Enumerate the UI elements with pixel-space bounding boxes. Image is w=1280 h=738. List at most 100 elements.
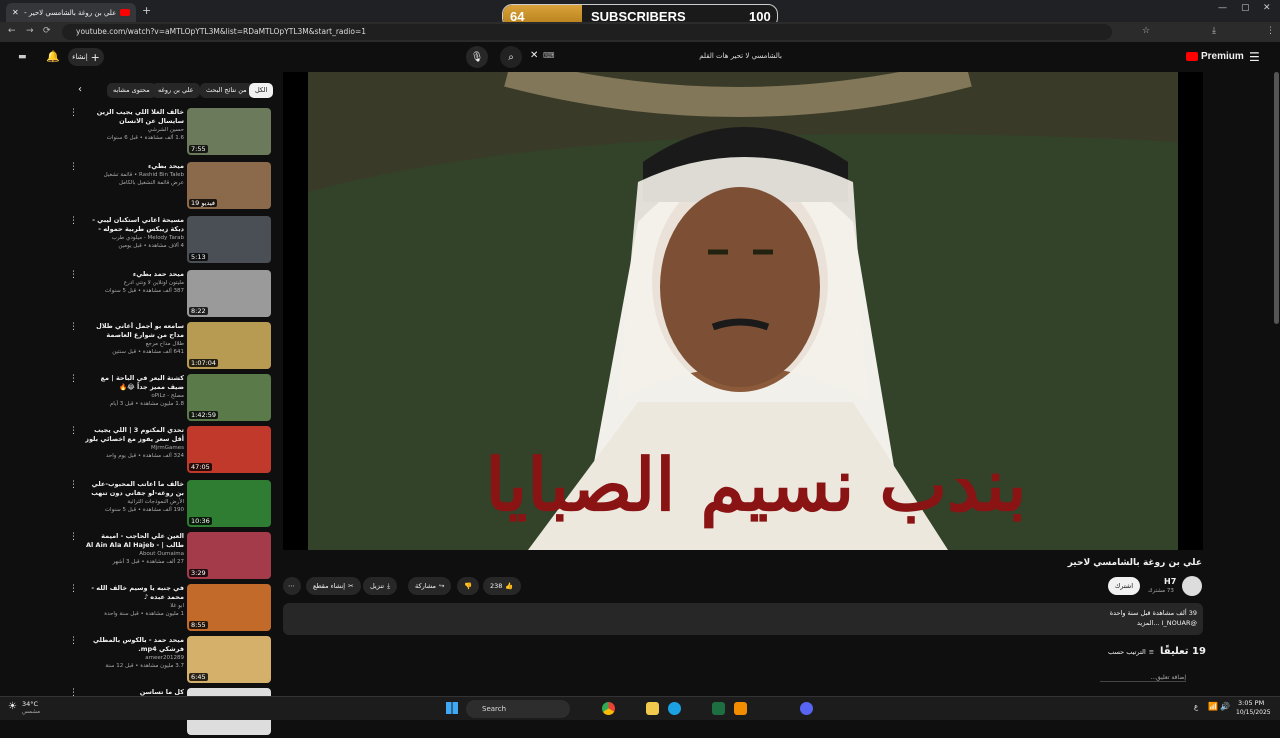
item-menu-icon[interactable]: ⋮: [69, 270, 78, 280]
voice-search-button[interactable]: 🎙: [466, 46, 488, 68]
add-comment-input[interactable]: إضافة تعليق...: [1100, 674, 1186, 682]
new-tab-icon[interactable]: +: [142, 4, 151, 17]
youtube-premium-logo[interactable]: Premium: [1186, 51, 1244, 62]
item-menu-icon[interactable]: ⋮: [69, 426, 78, 436]
playlist-item[interactable]: ⋮ خالف ما اعاتب المحبوب-علي بن روغه-لو جف…: [64, 480, 274, 530]
item-menu-icon[interactable]: ⋮: [69, 532, 78, 542]
item-thumbnail[interactable]: 1:42:59: [187, 374, 271, 421]
views-line: 39 ألف مشاهدة قبل سنة واحدة: [1109, 609, 1197, 617]
item-menu-icon[interactable]: ⋮: [69, 584, 78, 594]
item-menu-icon[interactable]: ⋮: [69, 322, 78, 332]
maximize-icon[interactable]: ▢: [1241, 3, 1250, 13]
item-menu-icon[interactable]: ⋮: [69, 636, 78, 646]
reload-icon[interactable]: ⟳: [43, 26, 51, 36]
item-thumbnail[interactable]: 3:29: [187, 532, 271, 579]
chip-similar[interactable]: محتوى مشابه: [107, 83, 156, 98]
search-button[interactable]: ⌕: [500, 46, 522, 68]
discord-icon[interactable]: [800, 702, 813, 715]
item-channel: Melody Tarab - ميلودي طرب: [111, 235, 184, 241]
url-field[interactable]: youtube.com/watch?v=aMTLOpYTL3M&list=RDa…: [62, 24, 1112, 40]
forward-icon[interactable]: →: [26, 26, 34, 36]
playlist-item[interactable]: ⋮ خالف الغلا اللي يجيب الزين سايسال عن ال…: [64, 108, 274, 158]
item-duration: 7:55: [189, 145, 208, 153]
playlist-item[interactable]: ⋮ تحدي المكتوم 3 | اللي يجيب أقل سعر يفوز…: [64, 426, 274, 476]
page-scrollbar[interactable]: [1274, 72, 1279, 324]
file-explorer-icon[interactable]: [646, 702, 659, 715]
close-window-icon[interactable]: ✕: [1263, 3, 1271, 13]
chip-scroll-left-icon[interactable]: ‹: [78, 84, 82, 95]
item-menu-icon[interactable]: ⋮: [69, 108, 78, 118]
subscribe-button[interactable]: اشترك: [1108, 577, 1140, 595]
item-channel: حسين الشرشي: [147, 127, 184, 133]
more-actions-button[interactable]: ⋯: [283, 577, 301, 595]
like-button[interactable]: 238 👍: [483, 577, 521, 595]
browser-menu-icon[interactable]: ⋮: [1266, 26, 1275, 36]
edge-icon[interactable]: [668, 702, 681, 715]
item-stats: 27 ألف مشاهدة • قبل 3 أشهر: [112, 559, 184, 565]
taskbar-language[interactable]: ع: [1194, 703, 1198, 711]
playlist-item[interactable]: ⋮ ميحد حمد - بالكوس بالمطلي فرشكي mp4. ame…: [64, 636, 274, 686]
video-caption-text: بندب نسيم الصبايا: [485, 442, 1027, 527]
cast-icon[interactable]: ▬: [18, 52, 27, 62]
item-menu-icon[interactable]: ⋮: [69, 162, 78, 172]
item-thumbnail[interactable]: 47:05: [187, 426, 271, 473]
playlist-item[interactable]: ⋮ ميحد حمد بطيء مليتون اونلاين لا ونتي ادر…: [64, 270, 274, 320]
taskbar-search[interactable]: Search: [466, 700, 570, 718]
item-thumbnail[interactable]: 8:55: [187, 584, 271, 631]
channel-avatar[interactable]: [1182, 576, 1202, 596]
playlist-item[interactable]: ⋮ سامعه بو أجمل أغاني طلال مداح من شوارع …: [64, 322, 274, 372]
download-icon[interactable]: ⤓: [1212, 26, 1216, 36]
sort-icon: ≡: [1148, 648, 1155, 656]
playlist-item[interactable]: ⋮ ميحد بطيء Rashid Bin Taleb • قائمة تشغيل…: [64, 162, 274, 212]
search-input[interactable]: بالشامسي لا تحير هات القلم: [560, 47, 792, 67]
channel-name[interactable]: H7: [1164, 577, 1176, 586]
video-player[interactable]: بندب نسيم الصبايا: [283, 72, 1203, 550]
excel-icon[interactable]: [712, 702, 725, 715]
volume-icon[interactable]: 🔊: [1220, 702, 1230, 711]
windows-start-icon[interactable]: [446, 702, 458, 714]
tab-close-icon[interactable]: ✕: [12, 8, 19, 17]
item-menu-icon[interactable]: ⋮: [69, 480, 78, 490]
clear-search-icon[interactable]: ✕: [530, 50, 538, 61]
item-thumbnail[interactable]: 5:13: [187, 216, 271, 263]
back-icon[interactable]: ←: [8, 26, 16, 36]
hamburger-menu-icon[interactable]: ☰: [1249, 50, 1260, 64]
notifications-bell-icon[interactable]: 🔔: [46, 50, 60, 63]
item-thumbnail[interactable]: 8:22: [187, 270, 271, 317]
item-channel: طلال مداح مرجع: [145, 341, 184, 347]
chip-ali-bin-rogha[interactable]: علي بن روغه: [152, 83, 200, 98]
playlist-item[interactable]: ⋮ كشتة البعر في الباحة | مع ضيف مميز جداً…: [64, 374, 274, 424]
chip-search-results[interactable]: من نتائج البحث: [200, 83, 253, 98]
download-button[interactable]: تنزيل ⤓: [363, 577, 397, 595]
item-thumbnail[interactable]: 6:45: [187, 636, 271, 683]
item-thumbnail[interactable]: 10:36: [187, 480, 271, 527]
browser-tab[interactable]: علي بن روغة بالشامسي لاحير - YouTube ✕: [6, 3, 136, 22]
windows-taskbar: ☀ 34°C مشمس Search ع 📶 🔊 3:05 PM 10/15/2…: [0, 696, 1280, 720]
playlist-item[interactable]: ⋮ في جنبه يا وسيم خالف الله - محمد عبده ♪…: [64, 584, 274, 634]
item-menu-icon[interactable]: ⋮: [69, 374, 78, 384]
weather-icon[interactable]: ☀: [8, 701, 17, 712]
dislike-button[interactable]: 👎: [457, 577, 480, 595]
premium-label: Premium: [1201, 51, 1244, 62]
bookmark-star-icon[interactable]: ☆: [1142, 26, 1150, 36]
clip-button[interactable]: إنشاء مقطع ✂: [306, 577, 361, 595]
like-count: 238: [490, 582, 503, 590]
playlist-item[interactable]: ⋮ العين علي الحاجب - اميمة طالب | Al Ain …: [64, 532, 274, 582]
item-duration: 3:29: [189, 569, 208, 577]
create-button[interactable]: إنشاء +: [68, 48, 104, 66]
item-thumbnail[interactable]: 19 فيديو: [187, 162, 271, 209]
chip-all[interactable]: الكل: [249, 83, 274, 98]
description-box[interactable]: 39 ألف مشاهدة قبل سنة واحدة @I_NOUAR ...…: [283, 603, 1203, 635]
chrome-icon[interactable]: [602, 702, 615, 715]
wifi-icon[interactable]: 📶: [1208, 702, 1218, 711]
vlc-icon[interactable]: [734, 702, 747, 715]
item-thumbnail[interactable]: 7:55: [187, 108, 271, 155]
minimize-icon[interactable]: —: [1218, 3, 1227, 13]
keyboard-icon[interactable]: ⌨: [543, 51, 555, 60]
share-button[interactable]: مشاركة ↪: [408, 577, 452, 595]
item-menu-icon[interactable]: ⋮: [69, 216, 78, 226]
playlist-item[interactable]: ⋮ مسيحة اغاني استكنان ليبي - دبكة زيبكس ط…: [64, 216, 274, 266]
item-duration: 8:55: [189, 621, 208, 629]
item-thumbnail[interactable]: 1:07:04: [187, 322, 271, 369]
sort-comments-button[interactable]: ≡ الترتيب حسب: [1108, 648, 1154, 656]
